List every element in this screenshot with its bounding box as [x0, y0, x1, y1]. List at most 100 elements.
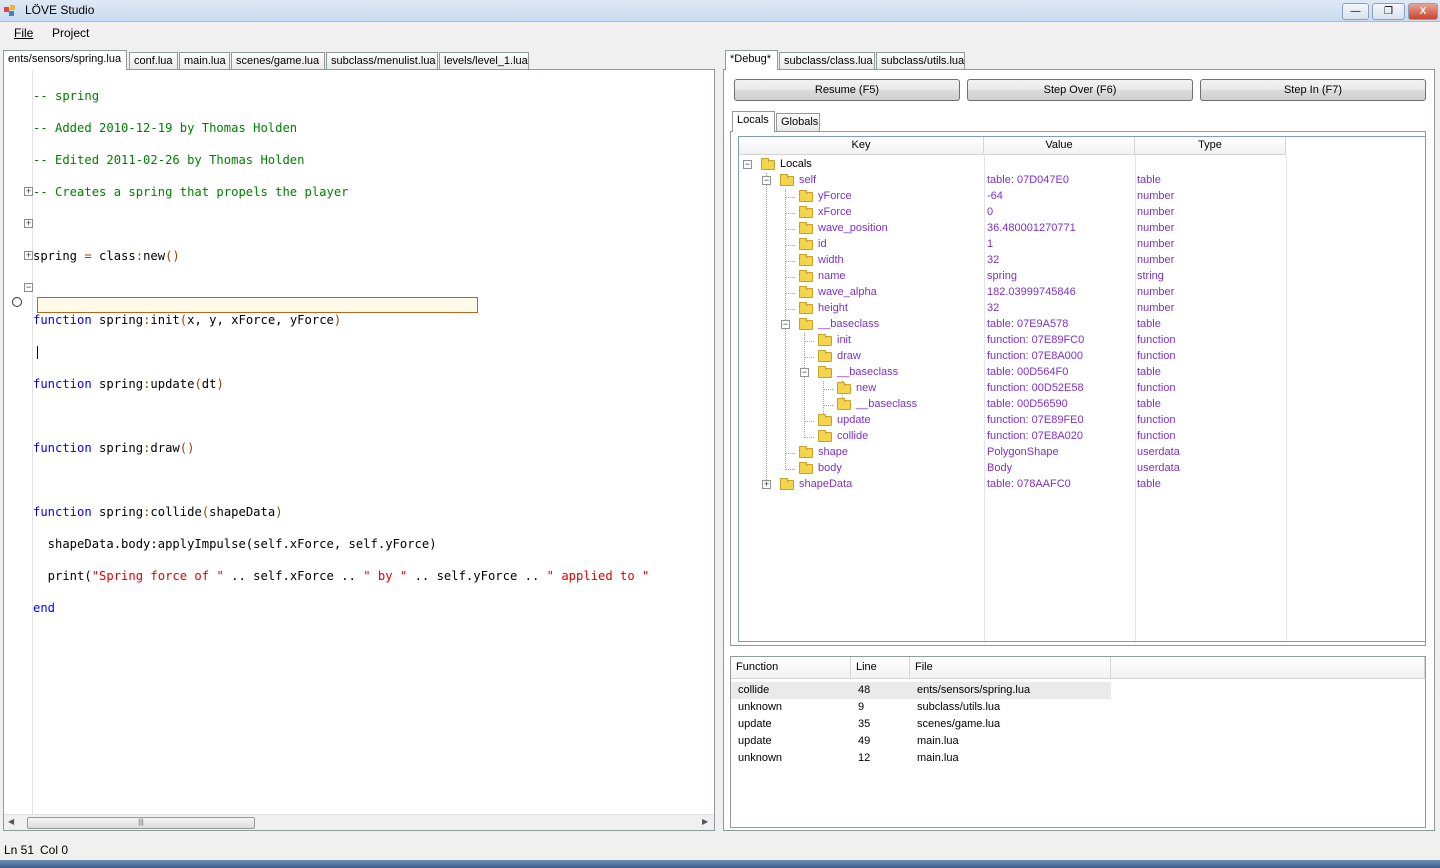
collapse-icon[interactable]: −: [800, 368, 809, 377]
tree-row[interactable]: − __baseclass table: 00D564F0 table: [739, 365, 1425, 381]
column-type[interactable]: Type: [1135, 137, 1286, 155]
collapse-icon[interactable]: −: [743, 160, 752, 169]
maximize-button[interactable]: ❐: [1372, 3, 1405, 20]
close-button[interactable]: X: [1408, 3, 1438, 20]
tab-game-lua[interactable]: scenes/game.lua: [231, 52, 325, 70]
horizontal-scrollbar[interactable]: ◀ ||| ▶: [4, 814, 714, 830]
stack-row[interactable]: unknown 9 subclass/utils.lua: [731, 699, 1111, 716]
tree-line: [804, 357, 814, 358]
tab-spring-lua[interactable]: ents/sensors/spring.lua: [3, 50, 127, 70]
tree-line: [823, 389, 833, 390]
fold-update-icon[interactable]: +: [24, 219, 33, 228]
tree-line: [785, 293, 795, 294]
column-filler: [1111, 657, 1425, 679]
tree-row[interactable]: new function: 00D52E58 function: [739, 381, 1425, 397]
tree-key: height: [818, 302, 848, 314]
fold-draw-icon[interactable]: +: [24, 251, 33, 260]
tree-key: new: [856, 382, 877, 394]
tree-row[interactable]: yForce -64 number: [739, 189, 1425, 205]
tree-row[interactable]: − Locals: [739, 157, 1425, 173]
tree-row[interactable]: draw function: 07E8A000 function: [739, 349, 1425, 365]
tab-globals[interactable]: Globals: [776, 113, 820, 131]
tree-row[interactable]: + shapeData table: 078AAFC0 table: [739, 477, 1425, 493]
collapse-icon[interactable]: −: [762, 176, 771, 185]
debug-panel: Resume (F5) Step Over (F6) Step In (F7) …: [723, 69, 1435, 831]
step-over-button[interactable]: Step Over (F6): [967, 79, 1193, 101]
column-key[interactable]: Key: [739, 137, 984, 155]
column-line[interactable]: Line: [851, 657, 910, 679]
tab-level-1-lua[interactable]: levels/level_1.lua: [439, 52, 529, 70]
folder-icon: [799, 254, 813, 266]
tree-row[interactable]: collide function: 07E8A020 function: [739, 429, 1425, 445]
tree-row[interactable]: wave_position 36.480001270771 number: [739, 221, 1425, 237]
tree-row[interactable]: wave_alpha 182.03999745846 number: [739, 285, 1425, 301]
tree-row[interactable]: − __baseclass table: 07E9A578 table: [739, 317, 1425, 333]
tab-conf-lua[interactable]: conf.lua: [129, 52, 178, 70]
tree-value: 32: [987, 254, 1000, 266]
stack-function: update: [738, 718, 772, 730]
editor-gutter[interactable]: [4, 70, 32, 815]
code-editor[interactable]: + + + − -- spring -- Added 2010-12-19 by…: [3, 69, 715, 831]
tree-value: function: 07E89FE0: [987, 414, 1084, 426]
menu-project[interactable]: Project: [52, 26, 89, 40]
folder-icon: [761, 158, 775, 170]
tree-row[interactable]: width 32 number: [739, 253, 1425, 269]
column-file[interactable]: File: [910, 657, 1111, 679]
tree-row[interactable]: init function: 07E89FC0 function: [739, 333, 1425, 349]
tree-row[interactable]: update function: 07E89FE0 function: [739, 413, 1425, 429]
tree-row[interactable]: shape PolygonShape userdata: [739, 445, 1425, 461]
call-stack[interactable]: Function Line File collide 48 ents/sensors…: [730, 656, 1426, 828]
tree-line: [804, 421, 814, 422]
tree-value: 32: [987, 302, 1000, 314]
stack-line: 35: [858, 718, 871, 730]
tree-line: [785, 245, 795, 246]
fold-init-icon[interactable]: +: [24, 187, 33, 196]
resume-button[interactable]: Resume (F5): [734, 79, 960, 101]
code-content[interactable]: -- spring -- Added 2010-12-19 by Thomas …: [33, 72, 649, 648]
tab-main-lua[interactable]: main.lua: [179, 52, 230, 70]
expand-icon[interactable]: +: [762, 480, 771, 489]
tree-value: 182.03999745846: [987, 286, 1076, 298]
tree-type: function: [1137, 430, 1176, 442]
collapse-icon[interactable]: −: [781, 320, 790, 329]
variables-tree[interactable]: Key Value Type − Locals − self table: 07D047…: [738, 136, 1426, 642]
tree-row[interactable]: name spring string: [739, 269, 1425, 285]
menu-file[interactable]: File: [14, 26, 33, 40]
fold-collide-icon[interactable]: −: [24, 283, 33, 292]
stack-function: collide: [738, 684, 770, 696]
tree-row[interactable]: body Body userdata: [739, 461, 1425, 477]
folder-icon: [799, 286, 813, 298]
tab-class-lua[interactable]: subclass/class.lua: [779, 52, 875, 70]
column-value[interactable]: Value: [984, 137, 1135, 155]
tab-locals[interactable]: Locals: [732, 111, 775, 132]
scroll-left-icon[interactable]: ◀: [8, 817, 14, 826]
tree-type: number: [1137, 302, 1175, 314]
tree-key: xForce: [818, 206, 852, 218]
tree-type: number: [1137, 238, 1175, 250]
tree-row[interactable]: xForce 0 number: [739, 205, 1425, 221]
tab-utils-lua[interactable]: subclass/utils.lua: [876, 52, 965, 70]
tree-row[interactable]: id 1 number: [739, 237, 1425, 253]
tree-type: string: [1137, 270, 1164, 282]
tree-row[interactable]: __baseclass table: 00D56590 table: [739, 397, 1425, 413]
tab-debug[interactable]: *Debug*: [725, 50, 778, 70]
step-in-button[interactable]: Step In (F7): [1200, 79, 1426, 101]
tree-key: yForce: [818, 190, 852, 202]
stack-row[interactable]: update 49 main.lua: [731, 733, 1111, 750]
stack-line: 9: [858, 701, 865, 713]
stack-row[interactable]: unknown 12 main.lua: [731, 750, 1111, 767]
stack-row[interactable]: collide 48 ents/sensors/spring.lua: [731, 682, 1111, 699]
tree-row[interactable]: height 32 number: [739, 301, 1425, 317]
scroll-right-icon[interactable]: ▶: [702, 817, 708, 826]
tab-menulist-lua[interactable]: subclass/menulist.lua: [326, 52, 438, 70]
code-line: function spring:init(x, y, xForce, yForc…: [33, 313, 342, 327]
stack-row[interactable]: update 35 scenes/game.lua: [731, 716, 1111, 733]
tree-type: number: [1137, 286, 1175, 298]
breakpoint-icon[interactable]: [12, 297, 22, 307]
scroll-thumb[interactable]: |||: [27, 817, 255, 829]
tree-row[interactable]: − self table: 07D047E0 table: [739, 173, 1425, 189]
column-function[interactable]: Function: [731, 657, 851, 679]
minimize-button[interactable]: —: [1342, 3, 1369, 20]
